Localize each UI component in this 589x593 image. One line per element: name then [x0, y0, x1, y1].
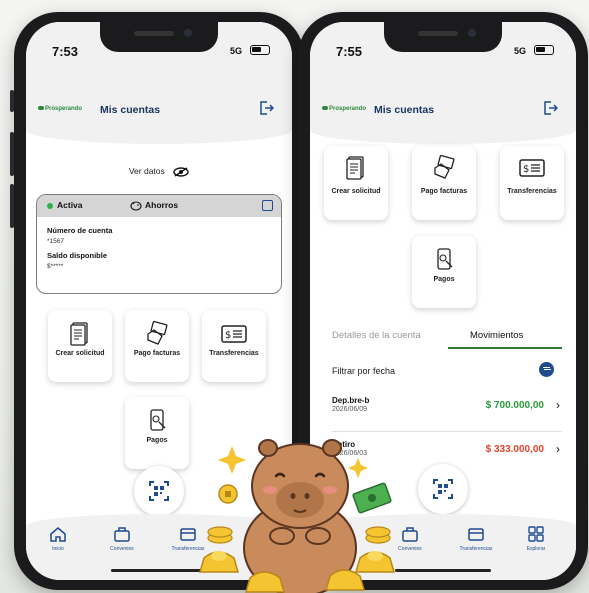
edit-icon[interactable]: [262, 200, 273, 211]
network-indicator: 5G: [513, 46, 526, 56]
show-data-toggle[interactable]: Ver datos: [26, 166, 292, 177]
tile-label: Transferencias: [209, 350, 259, 357]
qr-icon: [433, 479, 453, 499]
tile-pagos[interactable]: Pagos: [412, 236, 476, 308]
brand-logo: Prosperando: [322, 106, 366, 112]
nav-explorar[interactable]: Explorar: [506, 526, 566, 552]
card-icon: [468, 528, 484, 541]
tile-label: Pago facturas: [420, 188, 468, 195]
payments-icon: [150, 409, 166, 431]
grid-icon: [528, 526, 544, 542]
show-data-label: Ver datos: [128, 166, 165, 176]
qr-scan-button[interactable]: [418, 464, 468, 514]
tile-crear-solicitud[interactable]: Crear solicitud: [48, 310, 112, 382]
nav-transferencias[interactable]: Transferencias: [446, 526, 506, 552]
svg-text:$: $: [523, 164, 529, 175]
mute-switch: [10, 90, 14, 112]
filter-label: Filtrar por fecha: [332, 366, 396, 376]
piggy-bank-icon: [130, 201, 142, 211]
tile-pago-facturas[interactable]: Pago facturas: [412, 146, 476, 220]
tile-pagos[interactable]: Pagos: [125, 397, 189, 469]
document-icon: [346, 156, 364, 180]
chevron-right-icon: ›: [556, 442, 560, 456]
tile-label: Pagos: [433, 276, 455, 283]
account-type: Ahorros: [145, 200, 179, 210]
status-time: 7:53: [52, 44, 79, 59]
tab-movimientos[interactable]: Movimientos: [470, 330, 523, 341]
transfer-icon: $: [221, 325, 247, 343]
tile-pago-facturas[interactable]: Pago facturas: [125, 310, 189, 382]
nav-convenios[interactable]: Convenios: [92, 526, 152, 552]
tile-transferencias[interactable]: $ Transferencias: [500, 146, 564, 220]
account-card-header: Activa Ahorros: [37, 195, 281, 217]
tab-detalles[interactable]: Detalles de la cuenta: [332, 330, 421, 341]
pay-bills-icon: [147, 320, 168, 345]
status-dot: [47, 203, 53, 209]
tile-label: Pago facturas: [133, 350, 181, 357]
active-tab-indicator: [448, 347, 562, 349]
app-header: Prosperando Mis cuentas: [310, 78, 576, 144]
battery-icon: [250, 45, 270, 55]
nav-label: Convenios: [110, 546, 134, 552]
page-title: Mis cuentas: [100, 104, 161, 116]
balance-label: Saldo disponible: [47, 251, 108, 260]
account-tabs: Detalles de la cuenta Movimientos: [310, 324, 576, 350]
tile-transferencias[interactable]: $ Transferencias: [202, 310, 266, 382]
account-number-value: *1567: [47, 238, 64, 245]
status-time: 7:55: [336, 44, 363, 59]
logout-icon[interactable]: [542, 100, 558, 116]
account-number-label: Número de cuenta: [47, 226, 113, 235]
tile-label: Crear solicitud: [55, 350, 105, 357]
brand-logo: Prosperando: [38, 106, 82, 112]
payments-icon: [437, 248, 453, 270]
tile-label: Crear solicitud: [331, 188, 381, 195]
nav-label: Transferencias: [459, 546, 493, 552]
qr-icon: [149, 481, 169, 501]
notch: [100, 22, 218, 52]
movement-name: Dep.bre-b: [332, 396, 370, 405]
tile-label: Transferencias: [507, 188, 557, 195]
capybara-mascot-illustration: [199, 439, 395, 593]
transfer-icon: $: [519, 159, 545, 177]
home-icon: [50, 527, 66, 542]
qr-scan-button[interactable]: [134, 466, 184, 516]
tile-crear-solicitud[interactable]: Crear solicitud: [324, 146, 388, 220]
eye-off-icon: [173, 167, 189, 177]
tile-label: Pagos: [146, 437, 168, 444]
notch: [384, 22, 502, 52]
movement-amount: $ 333.000,00: [485, 444, 544, 455]
svg-text:$: $: [225, 330, 231, 341]
network-indicator: 5G: [229, 46, 242, 56]
movement-date: 2026/06/09: [332, 406, 368, 413]
movement-amount: $ 700.000,00: [485, 400, 544, 411]
account-status: Activa: [57, 200, 83, 210]
page-title: Mis cuentas: [374, 104, 435, 116]
chevron-right-icon: ›: [556, 398, 560, 412]
app-header: Prosperando Mis cuentas: [26, 78, 292, 144]
volume-up-button: [10, 132, 14, 176]
pay-bills-icon: [434, 154, 455, 179]
logout-icon[interactable]: [258, 100, 274, 116]
filter-icon[interactable]: [539, 362, 554, 377]
nav-label: Inicio: [52, 546, 64, 552]
document-icon: [70, 322, 88, 346]
volume-down-button: [10, 184, 14, 228]
nav-label: Explorar: [526, 546, 546, 552]
nav-inicio[interactable]: Inicio: [28, 526, 88, 552]
briefcase-icon: [114, 527, 130, 542]
battery-icon: [534, 45, 554, 55]
account-card[interactable]: Activa Ahorros Número de cuenta *1567 Sa…: [36, 194, 282, 294]
balance-value: $*****: [47, 263, 64, 270]
